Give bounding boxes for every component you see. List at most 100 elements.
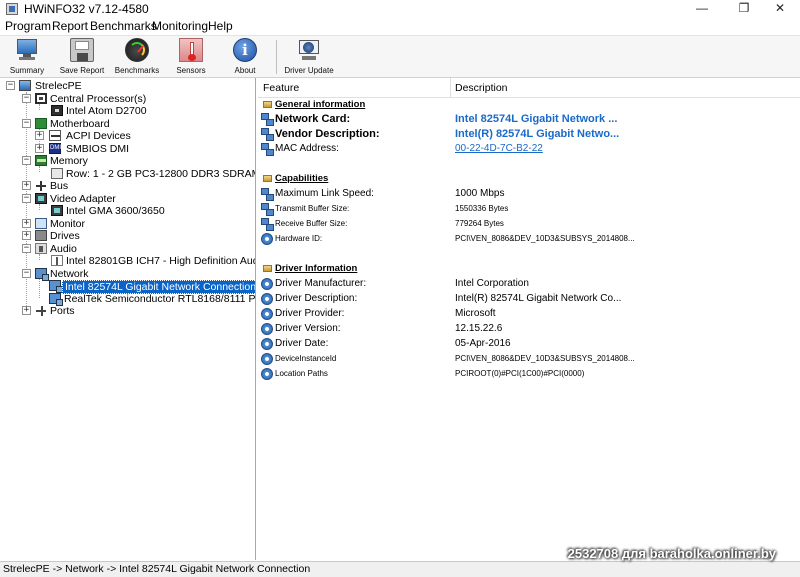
feature-value: Intel 82574L Gigabit Network ... <box>455 113 618 125</box>
tree-item-video[interactable]: − Video Adapter <box>0 193 255 205</box>
tree-item-net-other[interactable]: RealTek Semiconductor RTL8168/8111 PCI- <box>0 293 255 306</box>
detail-row[interactable]: Location Paths PCIROOT(0)#PCI(1C00)#PCI(… <box>258 367 800 381</box>
tree-label-cpu: Central Processor(s) <box>50 93 147 105</box>
menu-monitoring[interactable]: Monitoring <box>152 19 208 33</box>
tree-label-cpu-model: Intel Atom D2700 <box>66 105 147 117</box>
detail-row[interactable]: Transmit Buffer Size: 1550336 Bytes <box>258 202 800 216</box>
column-description[interactable]: Description <box>455 82 508 94</box>
tree-item-audio[interactable]: − Audio <box>0 243 255 255</box>
tree-item-drives[interactable]: + Drives <box>0 230 255 242</box>
sensors-label: Sensors <box>176 66 206 75</box>
audio-device-icon <box>51 255 63 266</box>
detail-row[interactable]: Vendor Description: Intel(R) 82574L Giga… <box>258 127 800 141</box>
collapse-toggle[interactable]: − <box>6 81 15 90</box>
minimize-button[interactable]: — <box>687 0 717 18</box>
gear-icon <box>261 353 273 365</box>
tree-item-cpu-model[interactable]: Intel Atom D2700 <box>0 105 255 117</box>
tree-label-ports: Ports <box>50 305 75 317</box>
collapse-toggle[interactable]: − <box>22 156 31 165</box>
monitor-icon <box>35 218 47 229</box>
expand-toggle[interactable]: + <box>35 131 44 140</box>
menu-benchmarks[interactable]: Benchmarks <box>90 19 157 33</box>
detail-row[interactable]: Receive Buffer Size: 779264 Bytes <box>258 217 800 231</box>
network-icon <box>35 268 49 281</box>
detail-row[interactable]: MAC Address: 00-22-4D-7C-B2-22 <box>258 142 800 156</box>
detail-row[interactable]: Driver Manufacturer: Intel Corporation <box>258 277 800 291</box>
summary-button[interactable]: Summary <box>6 38 48 78</box>
detail-row[interactable]: Driver Provider: Microsoft <box>258 307 800 321</box>
detail-row[interactable]: Network Card: Intel 82574L Gigabit Netwo… <box>258 112 800 126</box>
tree-label-monitor: Monitor <box>50 218 86 230</box>
collapse-toggle[interactable]: − <box>22 94 31 103</box>
tree-item-video-model[interactable]: Intel GMA 3600/3650 <box>0 205 255 217</box>
floppy-disk-icon <box>70 38 94 62</box>
tree-label-acpi: ACPI Devices <box>66 130 131 142</box>
driver-update-icon <box>297 38 321 62</box>
tree-item-memory-row[interactable]: Row: 1 - 2 GB PC3-12800 DDR3 SDRAM SK <box>0 168 255 180</box>
tree-item-smbios[interactable]: + DMI SMBIOS DMI <box>0 143 255 155</box>
menu-program[interactable]: Program <box>5 19 51 33</box>
tree-item-audio-model[interactable]: Intel 82801GB ICH7 - High Definition Aud… <box>0 255 256 267</box>
gear-icon <box>261 293 273 305</box>
menu-help[interactable]: Help <box>208 19 233 33</box>
tree-item-network[interactable]: − Network <box>0 268 255 281</box>
tree-item-root[interactable]: − StrelecPE <box>0 80 255 92</box>
expand-toggle[interactable]: + <box>35 144 44 153</box>
collapse-toggle[interactable]: − <box>22 194 31 203</box>
collapse-toggle[interactable]: − <box>22 119 31 128</box>
network-icon <box>261 113 274 126</box>
close-button[interactable]: ✕ <box>765 0 795 18</box>
benchmarks-label: Benchmarks <box>114 66 160 75</box>
tree-item-ports[interactable]: + Ports <box>0 305 255 317</box>
tree-item-monitor[interactable]: + Monitor <box>0 218 255 230</box>
detail-row[interactable]: Driver Description: Intel(R) 82574L Giga… <box>258 292 800 306</box>
expand-toggle[interactable]: + <box>22 181 31 190</box>
status-path: StrelecPE -> Network -> Intel 82574L Gig… <box>3 563 311 575</box>
sensors-button[interactable]: Sensors <box>170 38 212 78</box>
tree-item-net-selected[interactable]: Intel 82574L Gigabit Network Connection <box>0 280 255 294</box>
driver-update-button[interactable]: Driver Update <box>282 38 336 78</box>
feature-label: Hardware ID: <box>275 234 323 243</box>
memory-module-icon <box>51 168 63 179</box>
detail-row[interactable]: Maximum Link Speed: 1000 Mbps <box>258 187 800 201</box>
expand-toggle[interactable]: + <box>22 219 31 228</box>
save-report-label: Save Report <box>59 66 105 75</box>
save-report-button[interactable]: Save Report <box>56 38 108 78</box>
window-title: HWiNFO32 v7.12-4580 <box>24 2 149 16</box>
section-capabilities: Capabilities <box>258 172 800 186</box>
expand-toggle[interactable]: + <box>22 231 31 240</box>
drive-icon <box>35 230 47 241</box>
details-panel[interactable]: Feature Description General information … <box>258 78 800 560</box>
benchmarks-button[interactable]: Benchmarks <box>113 38 161 78</box>
about-button[interactable]: i About <box>225 38 265 78</box>
expand-toggle[interactable]: + <box>22 306 31 315</box>
device-tree[interactable]: − StrelecPE − Central Processor(s) Intel… <box>0 78 256 560</box>
app-icon <box>6 3 18 15</box>
bus-icon <box>35 180 47 191</box>
collapse-toggle[interactable]: − <box>22 269 31 278</box>
feature-label: Driver Date: <box>275 338 329 349</box>
detail-row[interactable]: Driver Version: 12.15.22.6 <box>258 322 800 336</box>
detail-row[interactable]: Driver Date: 05-Apr-2016 <box>258 337 800 351</box>
maximize-button[interactable]: ❐ <box>729 0 759 18</box>
detail-row[interactable]: DeviceInstanceId PCI\VEN_8086&DEV_10D3&S… <box>258 352 800 366</box>
tree-item-acpi[interactable]: + ACPI Devices <box>0 130 255 142</box>
tree-item-bus[interactable]: + Bus <box>0 180 255 192</box>
column-header: Feature Description <box>258 78 800 98</box>
detail-row[interactable]: Hardware ID: PCI\VEN_8086&DEV_10D3&SUBSY… <box>258 232 800 246</box>
feature-value: 1000 Mbps <box>455 188 505 199</box>
mac-address-link[interactable]: 00-22-4D-7C-B2-22 <box>455 142 543 156</box>
menu-bar: Program Report Benchmarks Monitoring Hel… <box>0 18 800 35</box>
network-icon <box>261 218 274 231</box>
tree-label-root: StrelecPE <box>35 80 82 92</box>
smbios-icon: DMI <box>49 143 61 154</box>
collapse-toggle[interactable]: − <box>22 244 31 253</box>
section-title: Capabilities <box>275 173 329 184</box>
tree-item-memory[interactable]: − Memory <box>0 155 255 167</box>
column-feature[interactable]: Feature <box>263 82 299 94</box>
tree-item-cpu[interactable]: − Central Processor(s) <box>0 93 255 105</box>
menu-report[interactable]: Report <box>52 19 88 33</box>
tree-label-audio-model: Intel 82801GB ICH7 - High Definition Aud… <box>66 255 256 267</box>
column-divider[interactable] <box>450 78 451 98</box>
tree-item-motherboard[interactable]: − Motherboard <box>0 118 255 130</box>
